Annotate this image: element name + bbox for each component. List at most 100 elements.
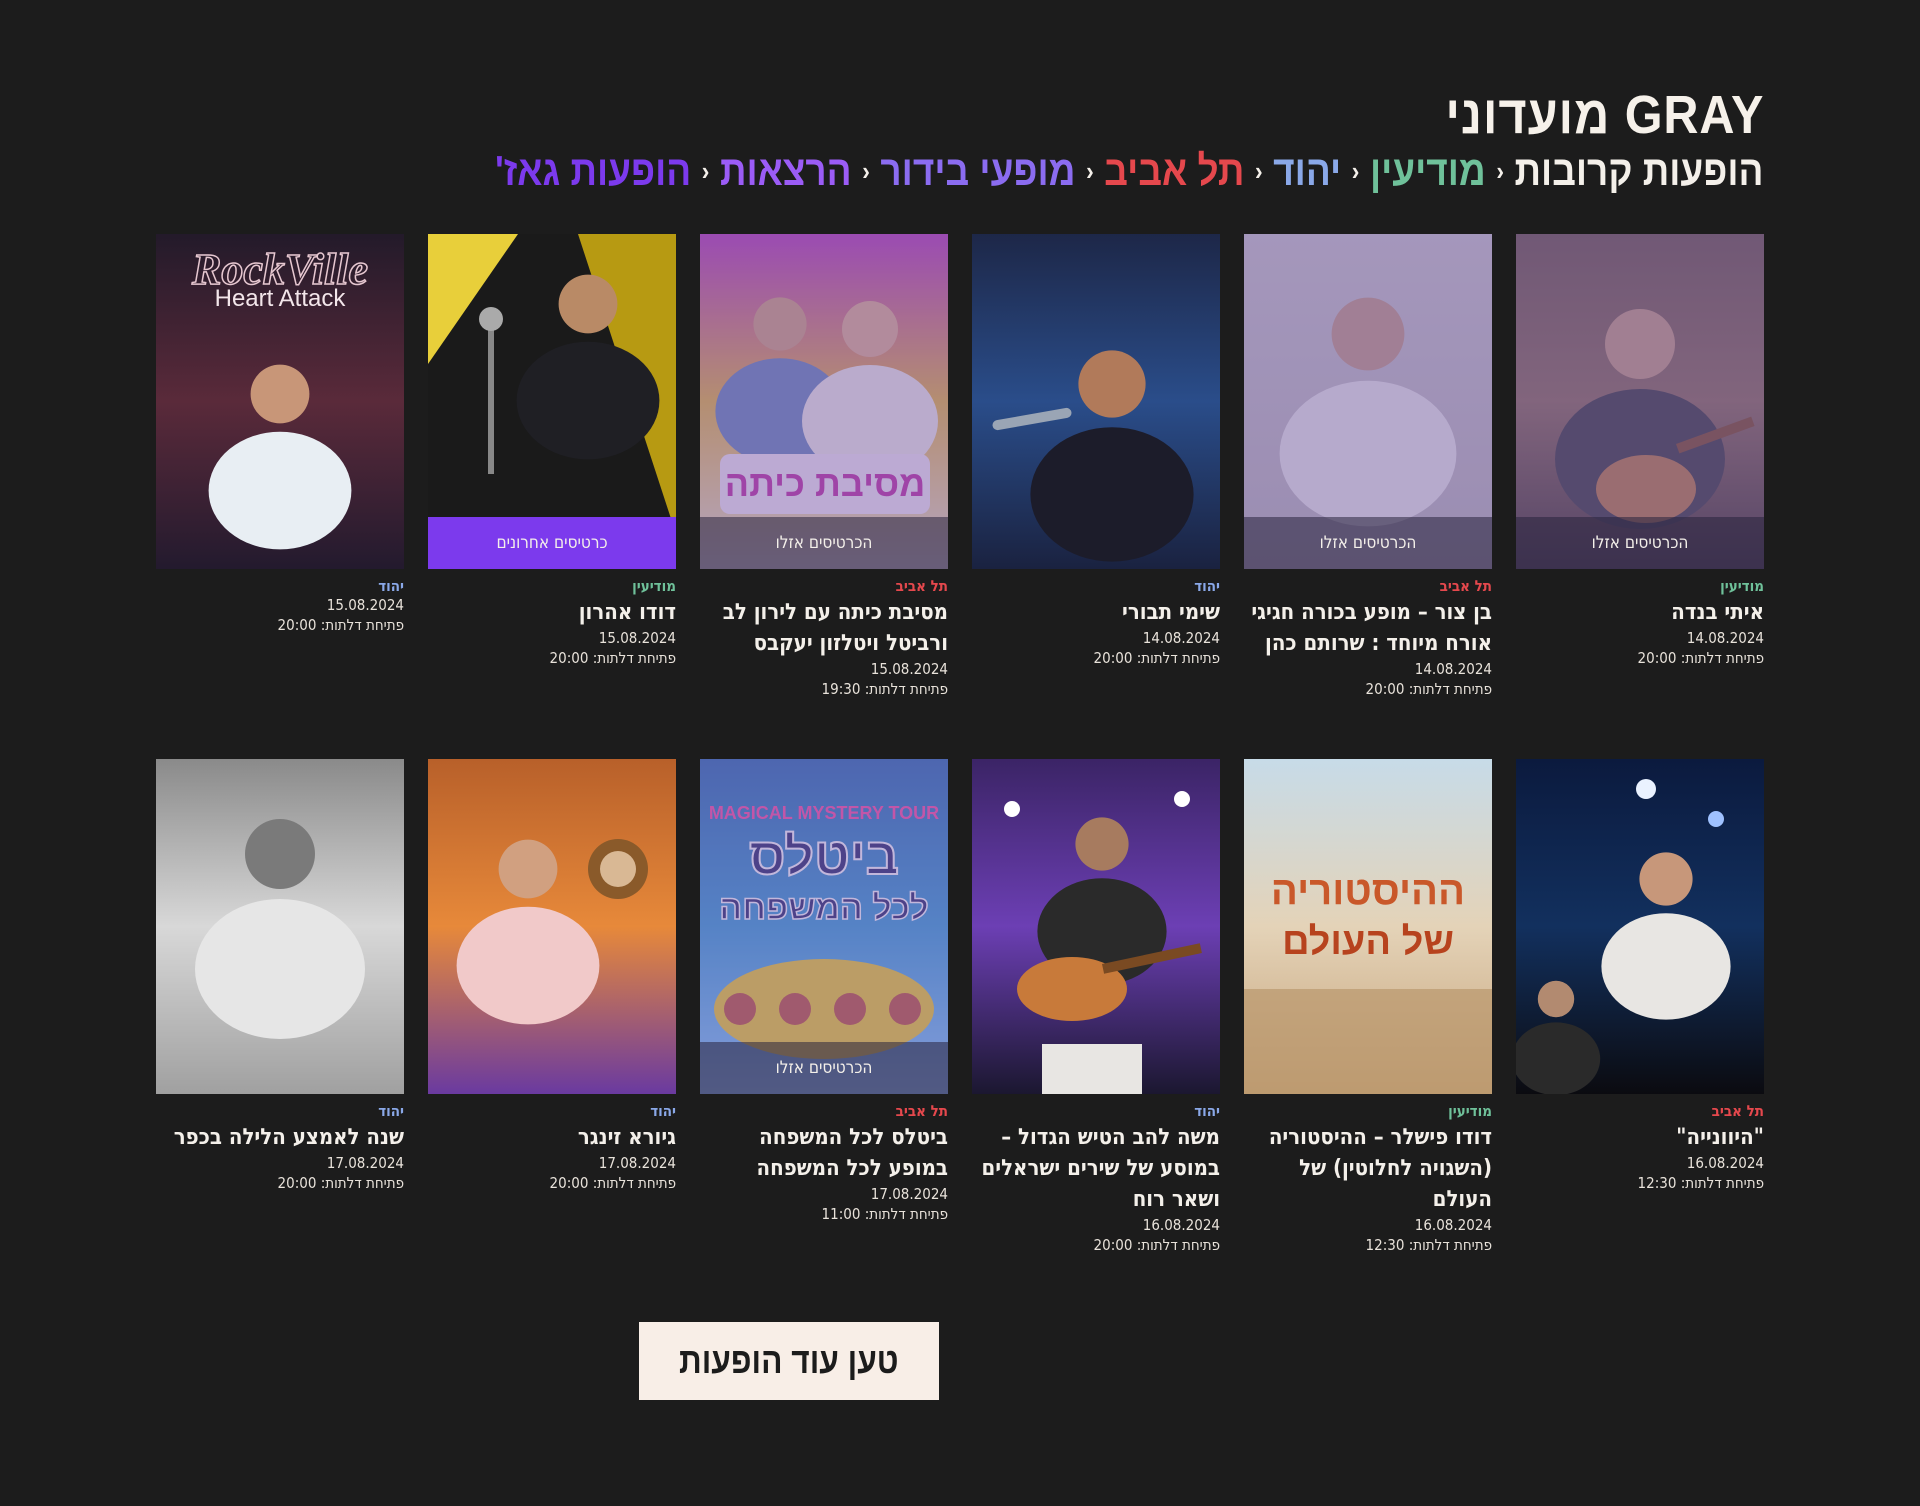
event-city: יהוד xyxy=(1194,1102,1220,1120)
load-more-button[interactable]: טען עוד הופעות xyxy=(639,1322,939,1400)
event-date: 14.08.2024 xyxy=(1686,629,1764,647)
event-date: 17.08.2024 xyxy=(326,1154,404,1172)
breadcrumb-link[interactable]: הופעות גאז' xyxy=(495,150,691,192)
page: GRAY מועדוני הופעות קרובות ‹ מודיעין ‹ יהוד ‹… xyxy=(156,0,1764,1506)
event-city: מודיעין xyxy=(632,577,676,595)
event-meta: תל אביב מסיבת כיתה עם לירון לב ורביטל וי… xyxy=(700,577,948,699)
event-city: מודיעין xyxy=(1448,1102,1492,1120)
chevron-left-icon: ‹ xyxy=(702,156,710,186)
event-meta: מודיעין דודו אהרון 15.08.2024 פתיחת דלתו… xyxy=(428,577,676,668)
brand-title: GRAY מועדוני xyxy=(1445,85,1764,145)
event-poster[interactable]: MAGICAL MYSTERY TOUR ביטלס לכל המשפחה הכ… xyxy=(700,759,948,1094)
breadcrumb-link[interactable]: מודיעין xyxy=(1370,150,1486,192)
breadcrumb: הופעות קרובות ‹ מודיעין ‹ יהוד ‹ תל אביב ‹ מופעי… xyxy=(495,150,1764,192)
event-title[interactable]: גיורא זינגר xyxy=(428,1122,676,1153)
event-title[interactable]: משה להב הטיש הגדול – במוסע של שירים ישרא… xyxy=(972,1122,1220,1215)
event-doors: פתיחת דלתות: 12:30 xyxy=(1637,1174,1764,1192)
sold-out-badge: הכרטיסים אזלו xyxy=(1516,517,1764,569)
event-poster-image xyxy=(972,759,1220,1094)
event-doors: פתיחת דלתות: 20:00 xyxy=(549,1174,676,1192)
event-date: 16.08.2024 xyxy=(1142,1216,1220,1234)
chevron-left-icon: ‹ xyxy=(1496,156,1505,186)
event-poster[interactable] xyxy=(1516,759,1764,1094)
chevron-left-icon: ‹ xyxy=(1255,156,1264,186)
event-poster-image xyxy=(428,759,676,1094)
event-doors: פתיחת דלתות: 20:00 xyxy=(277,616,404,634)
event-doors: פתיחת דלתות: 20:00 xyxy=(1093,649,1220,667)
event-card[interactable]: כרטיסים אחרונים מודיעין דודו אהרון 15.08… xyxy=(428,234,676,699)
events-grid: הכרטיסים אזלו מודיעין איתי בנדה 14.08.20… xyxy=(156,234,1764,1255)
event-doors: פתיחת דלתות: 20:00 xyxy=(1365,680,1492,698)
event-poster[interactable] xyxy=(972,234,1220,569)
event-doors: פתיחת דלתות: 20:00 xyxy=(277,1174,404,1192)
event-card[interactable]: MAGICAL MYSTERY TOUR ביטלס לכל המשפחה הכ… xyxy=(700,759,948,1255)
event-meta: תל אביב ביטלס לכל המשפחה במופע לכל המשפח… xyxy=(700,1102,948,1224)
event-poster[interactable] xyxy=(972,759,1220,1094)
event-city: יהוד xyxy=(378,1102,404,1120)
chevron-left-icon: ‹ xyxy=(862,156,871,186)
breadcrumb-link[interactable]: מופעי בידור xyxy=(881,150,1076,192)
event-title[interactable]: ביטלס לכל המשפחה במופע לכל המשפחה xyxy=(700,1122,948,1184)
event-city: תל אביב xyxy=(1439,577,1492,595)
event-poster[interactable] xyxy=(156,759,404,1094)
event-city: מודיעין xyxy=(1720,577,1764,595)
event-city: יהוד xyxy=(1194,577,1220,595)
event-city: תל אביב xyxy=(1711,1102,1764,1120)
event-title[interactable]: "היוונייה" xyxy=(1516,1122,1764,1153)
event-meta: יהוד שנה לאמצע הלילה בכפר 17.08.2024 פתי… xyxy=(156,1102,404,1193)
event-meta: יהוד 15.08.2024 פתיחת דלתות: 20:00 xyxy=(156,577,404,635)
event-poster[interactable]: ההיסטוריה של העולם xyxy=(1244,759,1492,1094)
event-poster[interactable]: מסיבת כיתה הכרטיסים אזלו xyxy=(700,234,948,569)
svg-text:ההיסטוריה: ההיסטוריה xyxy=(1271,869,1465,913)
event-poster[interactable]: הכרטיסים אזלו xyxy=(1516,234,1764,569)
event-title[interactable]: שימי תבורי xyxy=(972,597,1220,628)
event-title[interactable]: שנה לאמצע הלילה בכפר xyxy=(156,1122,404,1153)
event-date: 17.08.2024 xyxy=(870,1185,948,1203)
event-date: 15.08.2024 xyxy=(870,660,948,678)
event-date: 16.08.2024 xyxy=(1686,1154,1764,1172)
breadcrumb-link[interactable]: יהוד xyxy=(1274,150,1342,192)
event-poster-image: ההיסטוריה של העולם xyxy=(1244,759,1492,1094)
event-doors: פתיחת דלתות: 20:00 xyxy=(1093,1236,1220,1254)
event-city: יהוד xyxy=(650,1102,676,1120)
event-card[interactable]: RockVille Heart Attack יהוד 15.08.2024 פ… xyxy=(156,234,404,699)
event-poster[interactable]: RockVille Heart Attack xyxy=(156,234,404,569)
event-meta: יהוד שימי תבורי 14.08.2024 פתיחת דלתות: … xyxy=(972,577,1220,668)
event-poster[interactable]: כרטיסים אחרונים xyxy=(428,234,676,569)
breadcrumb-current[interactable]: הופעות קרובות xyxy=(1515,150,1764,192)
breadcrumb-link[interactable]: הרצאות xyxy=(720,150,852,192)
event-city: יהוד xyxy=(378,577,404,595)
event-card[interactable]: מסיבת כיתה הכרטיסים אזלו תל אביב מסיבת כ… xyxy=(700,234,948,699)
event-title[interactable]: דודו פישלר – ההיסטוריה (השגויה לחלוטין) … xyxy=(1244,1122,1492,1215)
event-doors: פתיחת דלתות: 20:00 xyxy=(1637,649,1764,667)
event-card[interactable]: יהוד משה להב הטיש הגדול – במוסע של שירים… xyxy=(972,759,1220,1255)
event-card[interactable]: ההיסטוריה של העולם מודיעין דודו פישלר – … xyxy=(1244,759,1492,1255)
svg-text:Heart Attack: Heart Attack xyxy=(215,285,347,312)
event-meta: תל אביב בן צור – מופע בכורה חגיגי אורח מ… xyxy=(1244,577,1492,699)
event-card[interactable]: יהוד שנה לאמצע הלילה בכפר 17.08.2024 פתי… xyxy=(156,759,404,1255)
chevron-left-icon: ‹ xyxy=(1086,156,1095,186)
event-meta: מודיעין דודו פישלר – ההיסטוריה (השגויה ל… xyxy=(1244,1102,1492,1255)
event-date: 15.08.2024 xyxy=(598,629,676,647)
event-poster[interactable]: הכרטיסים אזלו xyxy=(1244,234,1492,569)
event-meta: תל אביב "היוונייה" 16.08.2024 פתיחת דלתו… xyxy=(1516,1102,1764,1193)
event-card[interactable]: תל אביב "היוונייה" 16.08.2024 פתיחת דלתו… xyxy=(1516,759,1764,1255)
sold-out-badge: הכרטיסים אזלו xyxy=(1244,517,1492,569)
event-poster-image xyxy=(1516,759,1764,1094)
event-doors: פתיחת דלתות: 20:00 xyxy=(549,649,676,667)
last-tickets-badge: כרטיסים אחרונים xyxy=(428,517,676,569)
event-card[interactable]: הכרטיסים אזלו מודיעין איתי בנדה 14.08.20… xyxy=(1516,234,1764,699)
event-card[interactable]: יהוד גיורא זינגר 17.08.2024 פתיחת דלתות:… xyxy=(428,759,676,1255)
event-title[interactable]: מסיבת כיתה עם לירון לב ורביטל ויטלזון יע… xyxy=(700,597,948,659)
event-poster-image: RockVille Heart Attack xyxy=(156,234,404,569)
event-poster[interactable] xyxy=(428,759,676,1094)
event-title[interactable]: איתי בנדה xyxy=(1516,597,1764,628)
event-card[interactable]: יהוד שימי תבורי 14.08.2024 פתיחת דלתות: … xyxy=(972,234,1220,699)
load-more-label: טען עוד הופעות xyxy=(679,1340,899,1381)
breadcrumb-link[interactable]: תל אביב xyxy=(1105,150,1245,192)
event-title[interactable]: בן צור – מופע בכורה חגיגי אורח מיוחד : ש… xyxy=(1244,597,1492,659)
event-title[interactable]: דודו אהרון xyxy=(428,597,676,628)
event-meta: מודיעין איתי בנדה 14.08.2024 פתיחת דלתות… xyxy=(1516,577,1764,668)
event-card[interactable]: הכרטיסים אזלו תל אביב בן צור – מופע בכור… xyxy=(1244,234,1492,699)
event-date: 17.08.2024 xyxy=(598,1154,676,1172)
